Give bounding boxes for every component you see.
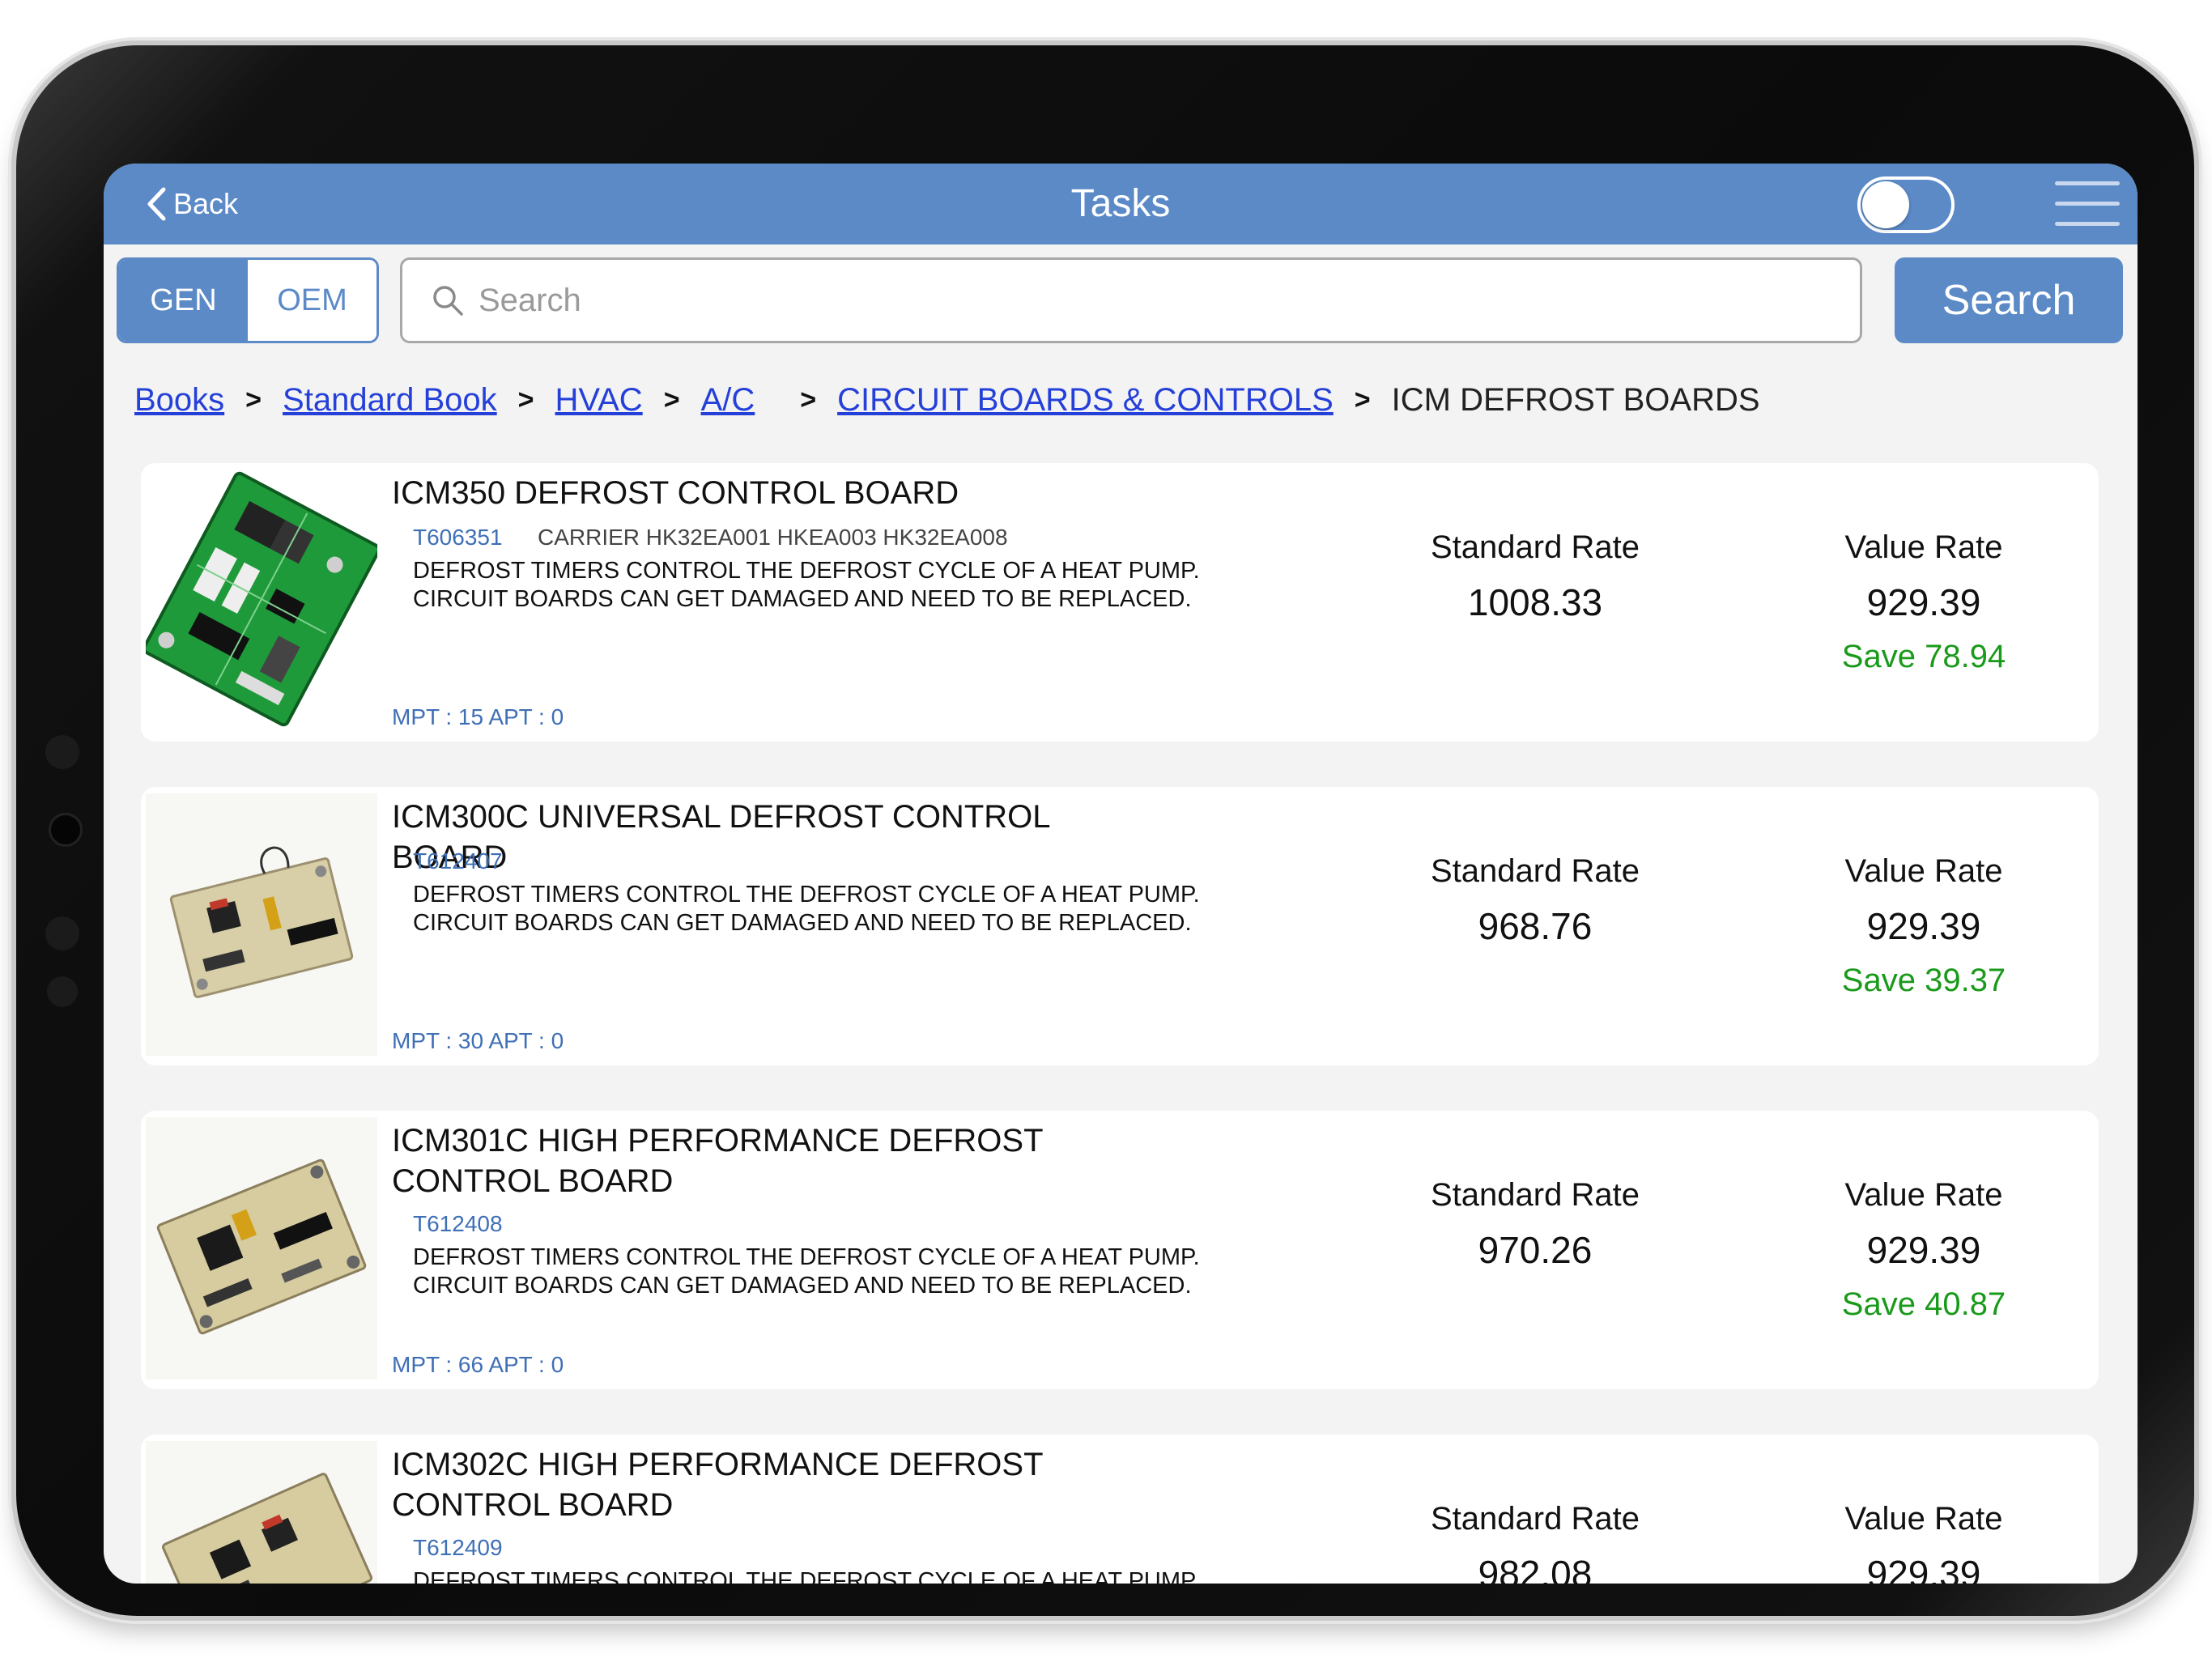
- value-rate-label: Value Rate: [1844, 529, 2003, 565]
- side-button: [45, 735, 79, 769]
- value-rate-label: Value Rate: [1844, 1501, 2003, 1537]
- value-rate-value: 929.39: [1866, 905, 1981, 947]
- standard-rate: Standard Rate 982.08: [1373, 1501, 1697, 1584]
- value-rate-label: Value Rate: [1844, 853, 2003, 889]
- mode-toggle[interactable]: [1857, 176, 1955, 233]
- task-card[interactable]: ICM301C HIGH PERFORMANCE DEFROST CONTROL…: [141, 1111, 2099, 1389]
- breadcrumb-separator: >: [663, 384, 680, 415]
- search-icon: [433, 286, 463, 316]
- circuit-board-image: [146, 1117, 377, 1380]
- page-title: Tasks: [1070, 182, 1171, 225]
- task-description: DEFROST TIMERS CONTROL THE DEFROST CYCLE…: [413, 1244, 1200, 1299]
- value-rate-value: 929.39: [1866, 581, 1981, 623]
- side-button: [47, 976, 78, 1007]
- tablet-frame: Back Tasks GEN OEM Search Books: [16, 45, 2194, 1616]
- value-rate: Value Rate 929.39 Save 39.37: [1762, 853, 2086, 999]
- breadcrumb-separator: >: [800, 384, 817, 415]
- standard-rate-value: 1008.33: [1467, 581, 1603, 623]
- task-description: DEFROST TIMERS CONTROL THE DEFROST CYCLE…: [413, 882, 1200, 936]
- standard-rate-label: Standard Rate: [1431, 1177, 1640, 1213]
- standard-rate-value: 970.26: [1478, 1229, 1593, 1271]
- value-rate-value: 929.39: [1866, 1229, 1981, 1271]
- task-title: ICM302C HIGH PERFORMANCE DEFROST CONTROL…: [392, 1447, 1043, 1523]
- breadcrumb: Books > Standard Book > HVAC > A/C > CIR…: [134, 376, 1760, 424]
- task-code: T606351: [413, 525, 503, 550]
- task-code: T612407: [413, 848, 503, 874]
- breadcrumb-books[interactable]: Books: [134, 382, 224, 419]
- breadcrumb-ac[interactable]: A/C: [701, 382, 780, 419]
- breadcrumb-separator: >: [1354, 384, 1371, 415]
- search-button[interactable]: Search: [1895, 257, 2123, 343]
- navigation-bar: Back Tasks: [104, 164, 2138, 244]
- standard-rate-value: 982.08: [1478, 1553, 1593, 1584]
- breadcrumb-separator: >: [517, 384, 534, 415]
- task-description: DEFROST TIMERS CONTROL THE DEFROST CYCLE…: [413, 1568, 1200, 1584]
- savings: Save 39.37: [1841, 963, 2006, 998]
- mpt-apt: MPT : 15 APT : 0: [392, 704, 564, 729]
- circuit-board-image: [146, 1441, 377, 1584]
- value-rate-label: Value Rate: [1844, 1177, 2003, 1213]
- savings: Save 40.87: [1841, 1286, 2006, 1322]
- task-description: DEFROST TIMERS CONTROL THE DEFROST CYCLE…: [413, 558, 1200, 612]
- standard-rate: Standard Rate 1008.33: [1373, 529, 1697, 624]
- task-title: ICM301C HIGH PERFORMANCE DEFROST CONTROL…: [392, 1123, 1043, 1199]
- hamburger-menu-icon[interactable]: [2055, 181, 2120, 228]
- savings: Save 78.94: [1841, 639, 2006, 674]
- circuit-board-image: [146, 793, 377, 1056]
- task-card[interactable]: ICM302C HIGH PERFORMANCE DEFROST CONTROL…: [141, 1435, 2099, 1584]
- breadcrumb-circuit-boards[interactable]: CIRCUIT BOARDS & CONTROLS: [837, 382, 1334, 419]
- value-rate-value: 929.39: [1866, 1553, 1981, 1584]
- value-rate: Value Rate 929.39: [1762, 1501, 2086, 1584]
- toggle-knob: [1862, 181, 1909, 228]
- segment-gen[interactable]: GEN: [119, 260, 248, 341]
- value-rate: Value Rate 929.39 Save 78.94: [1762, 529, 2086, 675]
- search-field: [400, 257, 1862, 343]
- task-card[interactable]: ICM300C UNIVERSAL DEFROST CONTROL BOARD …: [141, 787, 2099, 1065]
- search-input[interactable]: [477, 281, 1776, 320]
- segment-oem[interactable]: OEM: [248, 260, 376, 341]
- task-title: ICM350 DEFROST CONTROL BOARD: [392, 475, 959, 511]
- standard-rate: Standard Rate 968.76: [1373, 853, 1697, 948]
- task-card[interactable]: ICM350 DEFROST CONTROL BOARD T606351 CAR…: [141, 463, 2099, 742]
- standard-rate-value: 968.76: [1478, 905, 1593, 947]
- standard-rate: Standard Rate 970.26: [1373, 1177, 1697, 1272]
- circuit-board-image: [146, 470, 377, 732]
- breadcrumb-standard-book[interactable]: Standard Book: [283, 382, 497, 419]
- oem-codes: CARRIER HK32EA001 HKEA003 HK32EA008: [538, 525, 1008, 550]
- value-rate: Value Rate 929.39 Save 40.87: [1762, 1177, 2086, 1323]
- gen-oem-segmented-control: GEN OEM: [117, 257, 379, 343]
- standard-rate-label: Standard Rate: [1431, 1501, 1640, 1537]
- mpt-apt: MPT : 66 APT : 0: [392, 1352, 564, 1377]
- mpt-apt: MPT : 30 APT : 0: [392, 1028, 564, 1053]
- breadcrumb-separator: >: [245, 384, 262, 415]
- standard-rate-label: Standard Rate: [1431, 529, 1640, 565]
- breadcrumb-hvac[interactable]: HVAC: [555, 382, 643, 419]
- app-screen: Back Tasks GEN OEM Search Books: [104, 164, 2138, 1584]
- standard-rate-label: Standard Rate: [1431, 853, 1640, 889]
- task-code: T612409: [413, 1535, 503, 1560]
- breadcrumb-current: ICM DEFROST BOARDS: [1391, 381, 1760, 418]
- camera-dot: [49, 813, 83, 847]
- side-button: [45, 916, 79, 950]
- task-code: T612408: [413, 1211, 503, 1236]
